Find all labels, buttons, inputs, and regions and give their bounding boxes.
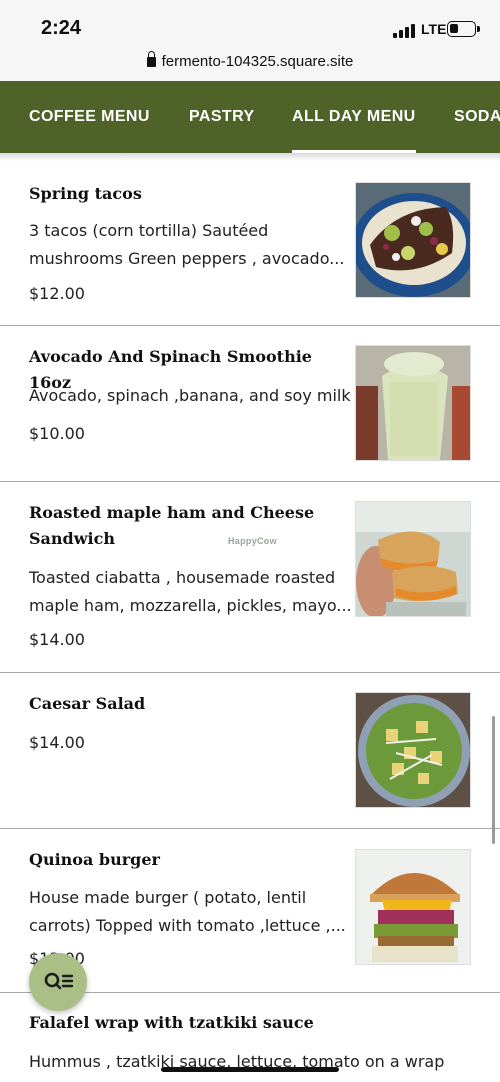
signal-icon: [393, 24, 417, 38]
tab-coffee-menu[interactable]: COFFEE MENU: [29, 81, 150, 153]
lock-icon: [146, 51, 156, 67]
item-price: $14.00: [29, 630, 85, 649]
menu-item-caesar-salad[interactable]: Caesar Salad $14.00: [0, 674, 500, 829]
tacos-photo: [355, 182, 471, 298]
menu-item-spring-tacos[interactable]: Spring tacos 3 tacos (corn tortilla) Sau…: [0, 153, 500, 326]
sandwich-photo: [355, 501, 471, 617]
item-title: Quinoa burger: [29, 850, 160, 869]
item-price: $14.00: [29, 733, 85, 752]
happycow-watermark: HappyCow: [228, 536, 277, 546]
item-price: $10.00: [29, 424, 85, 443]
item-title: Spring tacos: [29, 184, 142, 203]
item-description: Toasted ciabatta , housemade roasted mapl…: [29, 568, 352, 615]
category-nav: COFFEE MENU PASTRY ALL DAY MENU SODA: [0, 81, 500, 153]
search-menu-button[interactable]: [29, 953, 87, 1011]
item-title: Falafel wrap with tzatkiki sauce: [29, 1013, 314, 1032]
home-indicator[interactable]: [161, 1067, 339, 1072]
menu-item-avocado-smoothie[interactable]: Avocado And Spinach Smoothie 16oz Avocad…: [0, 327, 500, 482]
item-title: Caesar Salad: [29, 694, 146, 713]
url-bar[interactable]: fermento-104325.square.site: [0, 48, 500, 81]
tab-soda[interactable]: SODA: [454, 81, 500, 153]
network-label: LTE: [421, 21, 447, 37]
tab-all-day-menu[interactable]: ALL DAY MENU: [292, 81, 416, 153]
item-title: Roasted maple ham and Cheese Sandwich: [29, 503, 315, 548]
smoothie-photo: [355, 345, 471, 461]
item-price: $12.00: [29, 284, 85, 303]
battery-icon: [447, 21, 480, 37]
search-list-icon: [44, 972, 74, 990]
tab-pastry[interactable]: PASTRY: [189, 81, 255, 153]
salad-photo: [355, 692, 471, 808]
url-text: fermento-104325.square.site: [161, 53, 354, 70]
status-bar: 2:24 LTE: [0, 0, 500, 48]
menu-item-ham-cheese-sandwich[interactable]: Roasted maple ham and Cheese Sandwich Toa…: [0, 483, 500, 673]
status-time: 2:24: [41, 17, 82, 39]
scrollbar[interactable]: [492, 716, 495, 844]
item-description: House made burger ( potato, lentil carrot…: [29, 888, 346, 935]
item-description: Avocado, spinach ,banana, and soy milk: [29, 386, 351, 405]
item-description: 3 tacos (corn tortilla) Sautéed mushrooms…: [29, 221, 345, 268]
burger-photo: [355, 849, 471, 965]
